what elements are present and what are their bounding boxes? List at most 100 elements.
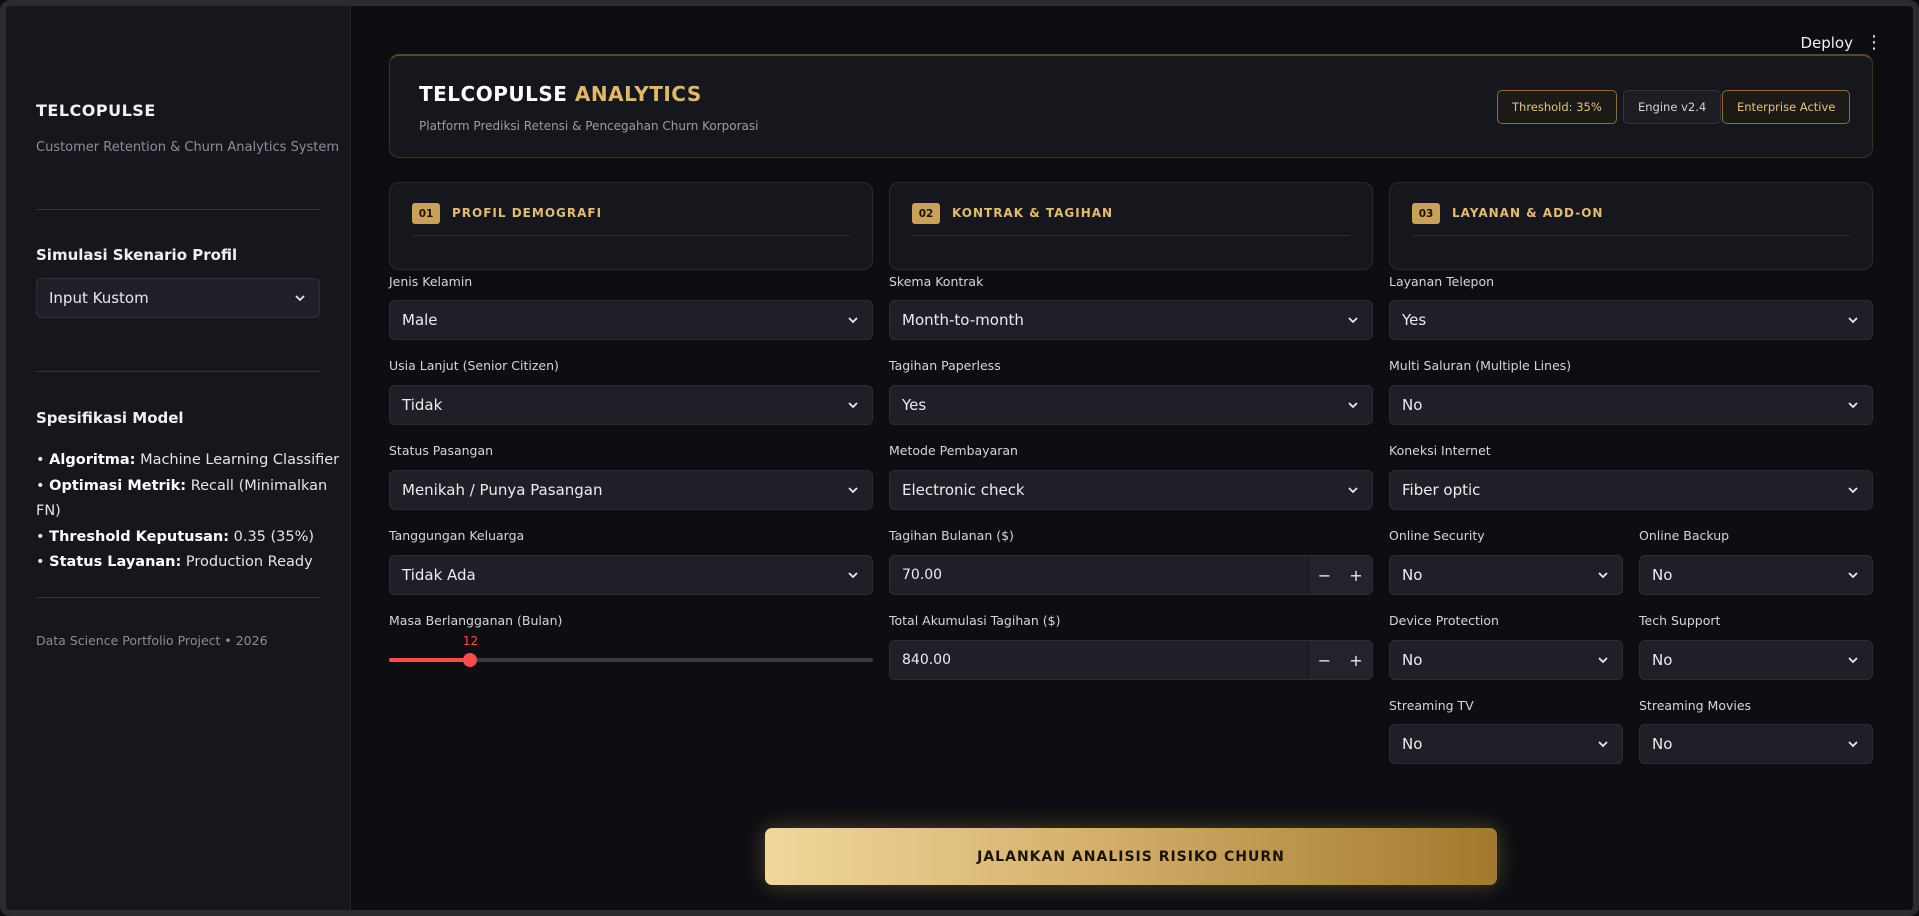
contract-label: Skema Kontrak	[889, 274, 984, 289]
contract-select[interactable]: Month-to-month	[889, 300, 1373, 340]
backup-value: No	[1652, 566, 1673, 584]
senior-value: Tidak	[402, 396, 443, 414]
partner-label: Status Pasangan	[389, 443, 494, 458]
section-number: 02	[912, 203, 940, 224]
backup-select[interactable]: No	[1639, 555, 1873, 595]
scenario-select-value: Input Kustom	[49, 289, 149, 307]
monthly-value[interactable]: 70.00	[890, 567, 1308, 583]
partner-select[interactable]: Menikah / Punya Pasangan	[389, 470, 873, 510]
sidebar: TELCOPULSE Customer Retention & Churn An…	[6, 6, 351, 910]
chevron-down-icon	[846, 568, 860, 582]
movies-label: Streaming Movies	[1639, 698, 1752, 713]
dependents-select[interactable]: Tidak Ada	[389, 555, 873, 595]
senior-select[interactable]: Tidak	[389, 385, 873, 425]
section-layanan: 03 LAYANAN & ADD-ON	[1389, 182, 1873, 270]
section-divider	[912, 235, 1350, 236]
section-title: LAYANAN & ADD-ON	[1452, 206, 1604, 220]
increment-button[interactable]: +	[1340, 556, 1372, 594]
tenure-label: Masa Berlangganan (Bulan)	[389, 613, 563, 628]
support-select[interactable]: No	[1639, 640, 1873, 680]
chevron-down-icon	[1846, 313, 1860, 327]
gender-select[interactable]: Male	[389, 300, 873, 340]
section-divider	[1412, 235, 1850, 236]
multi-value: No	[1402, 396, 1423, 414]
chevron-down-icon	[846, 398, 860, 412]
payment-label: Metode Pembayaran	[889, 443, 1018, 458]
tenure-slider-value: 12	[462, 634, 479, 648]
spec-item: • Status Layanan: Production Ready	[36, 554, 313, 570]
tv-select[interactable]: No	[1389, 724, 1623, 764]
phone-select[interactable]: Yes	[1389, 300, 1873, 340]
chevron-down-icon	[1846, 398, 1860, 412]
scenario-select[interactable]: Input Kustom	[36, 278, 320, 318]
payment-select[interactable]: Electronic check	[889, 470, 1373, 510]
chevron-down-icon	[1846, 653, 1860, 667]
spec-item: • Optimasi Metrik: Recall (Minimalkan FN…	[36, 477, 328, 520]
gender-value: Male	[402, 311, 438, 329]
partner-value: Menikah / Punya Pasangan	[402, 481, 603, 499]
internet-select[interactable]: Fiber optic	[1389, 470, 1873, 510]
backup-label: Online Backup	[1639, 528, 1730, 543]
security-select[interactable]: No	[1389, 555, 1623, 595]
decrement-button[interactable]: −	[1308, 641, 1340, 679]
tenure-slider-fill	[389, 658, 470, 662]
chevron-down-icon	[1596, 737, 1610, 751]
protection-label: Device Protection	[1389, 613, 1499, 628]
spec-item: • Algoritma: Machine Learning Classifier	[36, 452, 340, 468]
engine-badge: Engine v2.4	[1623, 90, 1722, 124]
total-charges-input[interactable]: 840.00 − +	[889, 640, 1373, 680]
phone-value: Yes	[1402, 311, 1427, 329]
dependents-label: Tanggungan Keluarga	[389, 528, 525, 543]
chevron-down-icon	[1846, 737, 1860, 751]
chevron-down-icon	[1346, 483, 1360, 497]
kebab-menu-icon[interactable]: ⋮	[1865, 32, 1883, 53]
contract-value: Month-to-month	[902, 311, 1024, 329]
decrement-button[interactable]: −	[1308, 556, 1340, 594]
total-value[interactable]: 840.00	[890, 652, 1308, 668]
status-badge: Enterprise Active	[1722, 90, 1851, 124]
sidebar-title: TELCOPULSE	[36, 101, 156, 120]
section-kontrak: 02 KONTRAK & TAGIHAN	[889, 182, 1373, 270]
section-title: KONTRAK & TAGIHAN	[952, 206, 1114, 220]
threshold-badge: Threshold: 35%	[1497, 90, 1617, 124]
movies-select[interactable]: No	[1639, 724, 1873, 764]
monthly-label: Tagihan Bulanan ($)	[889, 528, 1014, 543]
chevron-down-icon	[1846, 568, 1860, 582]
dependents-value: Tidak Ada	[402, 566, 476, 584]
app-window: TELCOPULSE Customer Retention & Churn An…	[0, 0, 1919, 916]
security-label: Online Security	[1389, 528, 1485, 543]
chevron-down-icon	[1596, 568, 1610, 582]
movies-value: No	[1652, 735, 1673, 753]
scenario-heading: Simulasi Skenario Profil	[36, 246, 238, 264]
run-analysis-button[interactable]: JALANKAN ANALISIS RISIKO CHURN	[765, 828, 1497, 885]
gender-label: Jenis Kelamin	[389, 274, 473, 289]
chevron-down-icon	[846, 313, 860, 327]
chevron-down-icon	[1596, 653, 1610, 667]
chevron-down-icon	[293, 291, 307, 305]
total-label: Total Akumulasi Tagihan ($)	[889, 613, 1061, 628]
section-number: 03	[1412, 203, 1440, 224]
tv-value: No	[1402, 735, 1423, 753]
support-label: Tech Support	[1639, 613, 1721, 628]
protection-select[interactable]: No	[1389, 640, 1623, 680]
tenure-slider-thumb[interactable]	[462, 653, 477, 667]
support-value: No	[1652, 651, 1673, 669]
tv-label: Streaming TV	[1389, 698, 1474, 713]
spec-list: • Algoritma: Machine Learning Classifier…	[36, 448, 350, 576]
chevron-down-icon	[1346, 398, 1360, 412]
section-number: 01	[412, 203, 440, 224]
paperless-value: Yes	[902, 396, 927, 414]
multi-select[interactable]: No	[1389, 385, 1873, 425]
increment-button[interactable]: +	[1340, 641, 1372, 679]
chevron-down-icon	[1346, 313, 1360, 327]
chevron-down-icon	[1846, 483, 1860, 497]
deploy-button[interactable]: Deploy	[1800, 34, 1853, 52]
sidebar-divider	[36, 209, 320, 210]
phone-label: Layanan Telepon	[1389, 274, 1495, 289]
spec-item: • Threshold Keputusan: 0.35 (35%)	[36, 528, 315, 545]
sidebar-subtitle: Customer Retention & Churn Analytics Sys…	[36, 140, 340, 155]
page-subtitle: Platform Prediksi Retensi & Pencegahan C…	[419, 119, 759, 133]
monthly-charges-input[interactable]: 70.00 − +	[889, 555, 1373, 595]
internet-value: Fiber optic	[1402, 481, 1481, 499]
paperless-select[interactable]: Yes	[889, 385, 1373, 425]
